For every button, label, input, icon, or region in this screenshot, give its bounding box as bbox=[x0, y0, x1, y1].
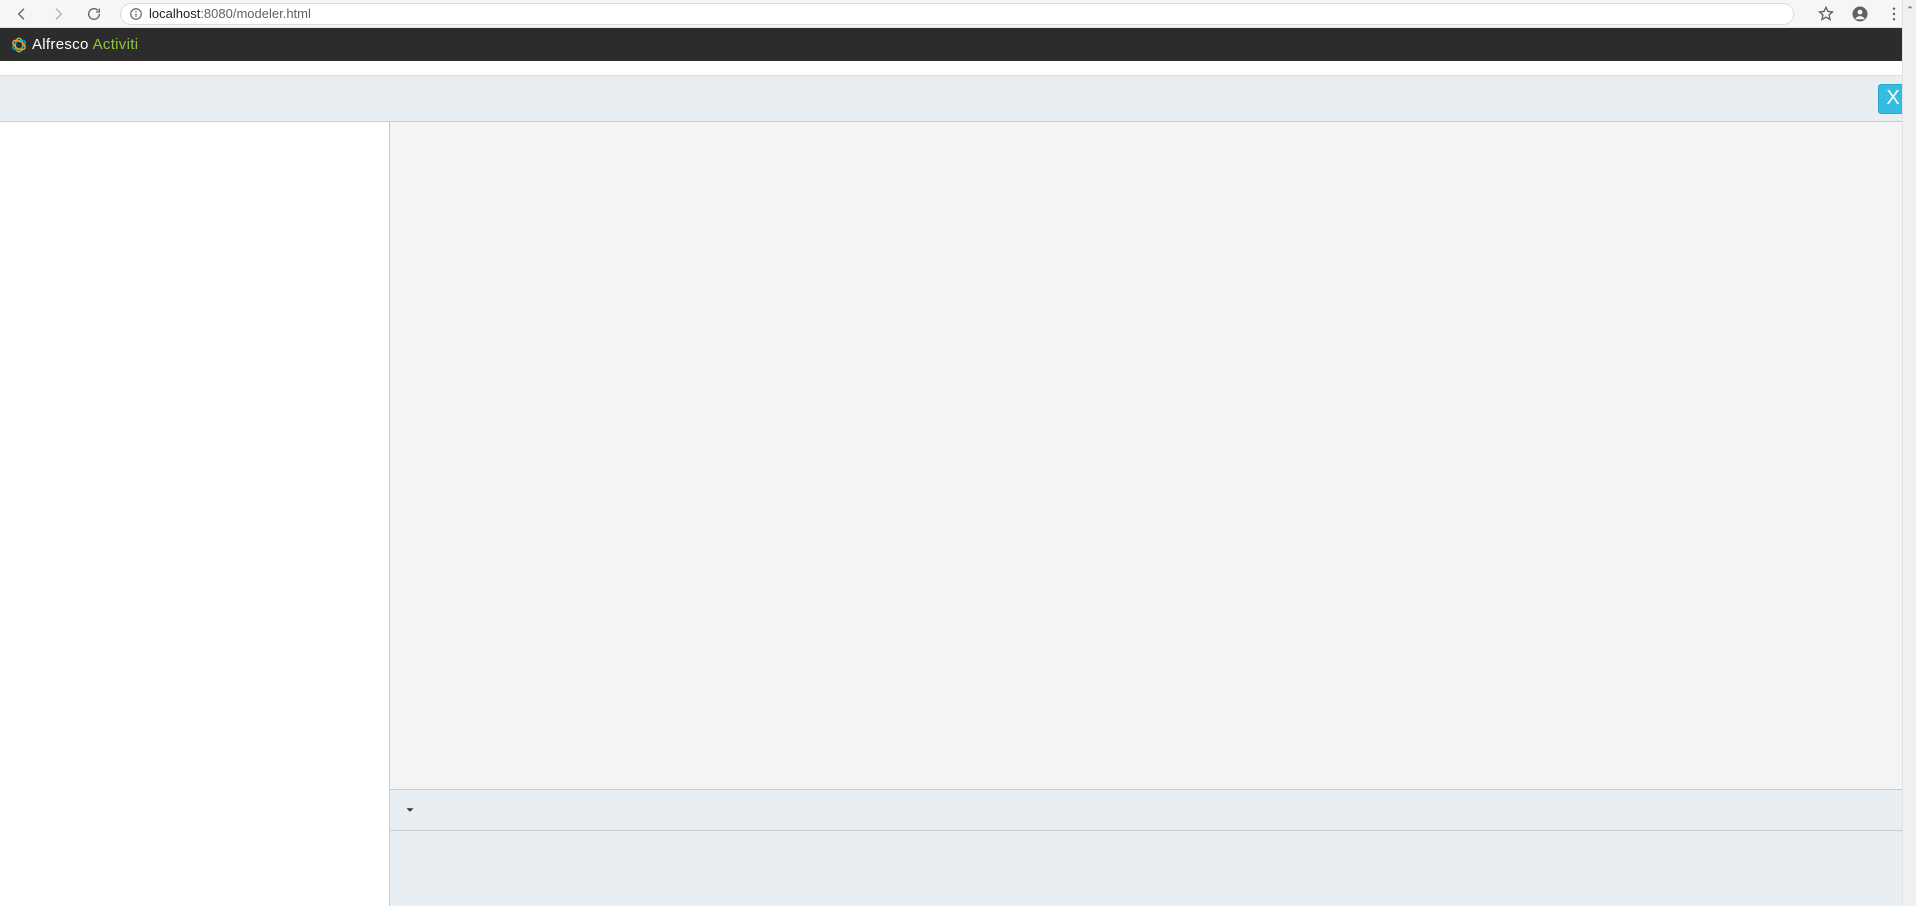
star-icon bbox=[1817, 5, 1835, 23]
address-host: localhost bbox=[149, 6, 200, 21]
right-pane bbox=[390, 122, 1916, 906]
properties-toggle[interactable] bbox=[400, 800, 420, 820]
scroll-up-icon bbox=[1905, 2, 1915, 12]
address-text: localhost:8080/modeler.html bbox=[149, 6, 311, 21]
arrow-left-icon bbox=[14, 6, 30, 22]
brand-word-2: Activiti bbox=[93, 36, 139, 53]
palette-panel[interactable] bbox=[0, 122, 390, 906]
chevron-down-icon bbox=[403, 803, 417, 817]
forward-button[interactable] bbox=[44, 0, 72, 28]
address-path: :8080/modeler.html bbox=[200, 6, 311, 21]
app-header: Alfresco Activiti bbox=[0, 28, 1916, 61]
arrow-right-icon bbox=[50, 6, 66, 22]
brand-logo[interactable]: Alfresco Activiti bbox=[10, 36, 138, 54]
properties-body[interactable] bbox=[390, 831, 1916, 906]
info-icon bbox=[129, 7, 143, 21]
browser-chrome: localhost:8080/modeler.html bbox=[0, 0, 1916, 28]
user-circle-icon bbox=[1851, 5, 1869, 23]
canvas-area[interactable] bbox=[390, 122, 1916, 789]
back-button[interactable] bbox=[8, 0, 36, 28]
chrome-right-controls bbox=[1812, 0, 1908, 28]
kebab-icon bbox=[1885, 5, 1903, 23]
reload-button[interactable] bbox=[80, 0, 108, 28]
profile-button[interactable] bbox=[1846, 0, 1874, 28]
reload-icon bbox=[86, 6, 102, 22]
close-button-label: X bbox=[1886, 87, 1899, 110]
brand-word-1: Alfresco bbox=[32, 36, 89, 53]
subheader-spacer bbox=[0, 61, 1916, 75]
alfresco-mark-icon bbox=[10, 36, 28, 54]
properties-header[interactable] bbox=[390, 789, 1916, 831]
editor-toolbar: X bbox=[0, 75, 1916, 122]
editor-content bbox=[0, 122, 1916, 906]
address-bar[interactable]: localhost:8080/modeler.html bbox=[120, 3, 1794, 25]
page-scrollbar[interactable] bbox=[1902, 0, 1916, 906]
bookmark-button[interactable] bbox=[1812, 0, 1840, 28]
